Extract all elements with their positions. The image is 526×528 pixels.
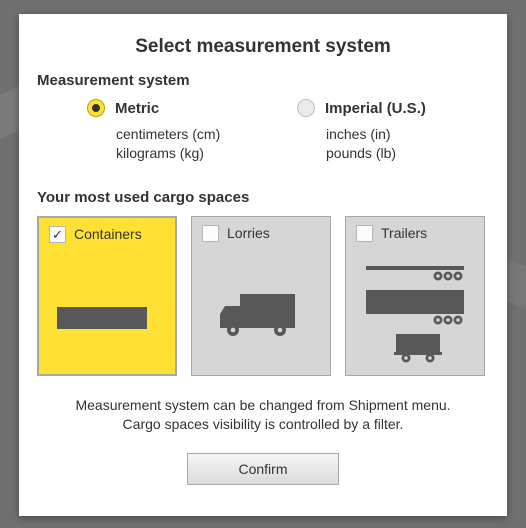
unit-length: centimeters (cm) — [116, 125, 277, 144]
checkbox-icon: ✓ — [49, 226, 66, 243]
card-label: Containers — [74, 226, 142, 242]
cargo-card-lorries[interactable]: Lorries — [191, 216, 331, 376]
button-row: Confirm — [37, 453, 489, 485]
unit-length: inches (in) — [326, 125, 487, 144]
checkbox-icon — [202, 225, 219, 242]
radio-option-metric[interactable]: Metric centimeters (cm) kilograms (kg) — [87, 99, 277, 163]
radio-subtext: inches (in) pounds (lb) — [297, 125, 487, 163]
cargo-heading: Your most used cargo spaces — [37, 189, 489, 206]
radio-icon — [297, 99, 315, 117]
lorry-icon — [192, 246, 330, 375]
checkbox-icon — [356, 225, 373, 242]
cargo-cards: ✓ Containers Lorries — [37, 216, 489, 376]
measurement-heading: Measurement system — [37, 72, 489, 89]
measurement-options: Metric centimeters (cm) kilograms (kg) I… — [37, 99, 489, 163]
radio-option-imperial[interactable]: Imperial (U.S.) inches (in) pounds (lb) — [297, 99, 487, 163]
card-label: Lorries — [227, 225, 270, 241]
info-line-1: Measurement system can be changed from S… — [37, 396, 489, 416]
radio-subtext: centimeters (cm) kilograms (kg) — [87, 125, 277, 163]
radio-label: Imperial (U.S.) — [325, 100, 426, 117]
radio-label: Metric — [115, 100, 159, 117]
cargo-card-trailers[interactable]: Trailers — [345, 216, 485, 376]
card-label: Trailers — [381, 225, 427, 241]
trailer-icon — [346, 246, 484, 375]
unit-weight: kilograms (kg) — [116, 144, 277, 163]
container-icon — [39, 247, 175, 374]
info-line-2: Cargo spaces visibility is controlled by… — [37, 415, 489, 435]
confirm-button[interactable]: Confirm — [187, 453, 339, 485]
cargo-card-containers[interactable]: ✓ Containers — [37, 216, 177, 376]
measurement-dialog: Select measurement system Measurement sy… — [19, 14, 507, 516]
dialog-title: Select measurement system — [37, 36, 489, 58]
info-text: Measurement system can be changed from S… — [37, 396, 489, 435]
radio-icon — [87, 99, 105, 117]
unit-weight: pounds (lb) — [326, 144, 487, 163]
